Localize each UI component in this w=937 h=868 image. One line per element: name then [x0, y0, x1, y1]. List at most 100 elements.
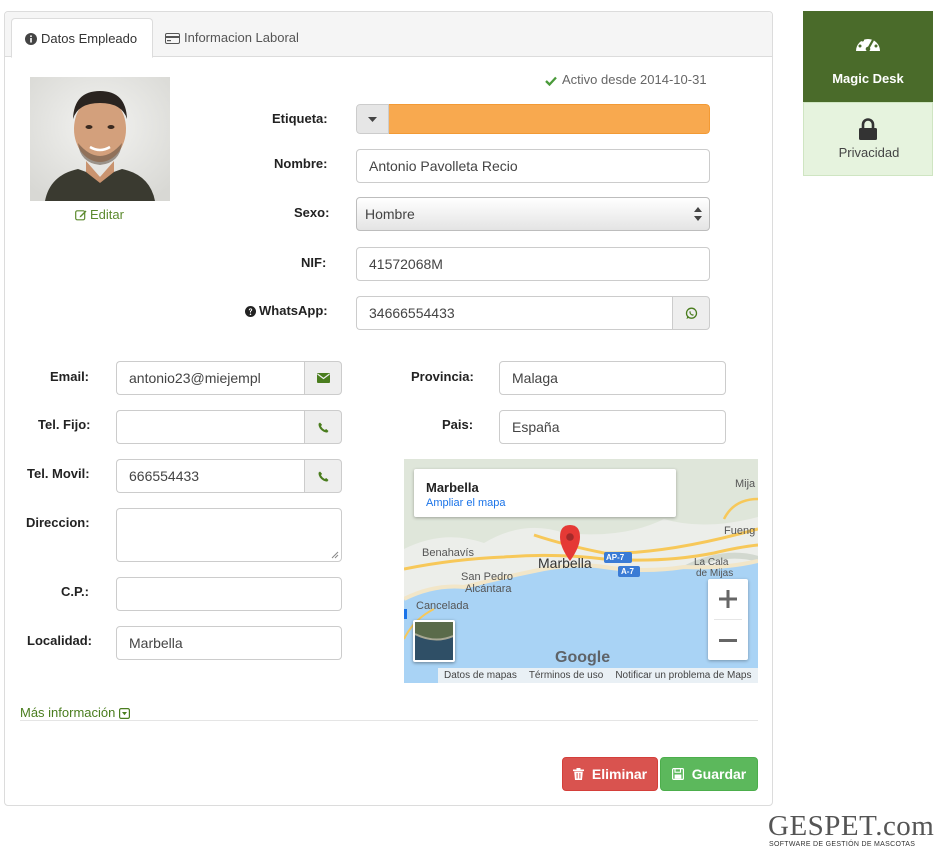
brand-tagline: SOFTWARE DE GESTIÓN DE MASCOTAS: [769, 841, 916, 848]
sexo-select[interactable]: Hombre: [356, 197, 710, 231]
delete-button[interactable]: Eliminar: [562, 757, 658, 791]
whatsapp-input[interactable]: 34666554433: [356, 296, 672, 330]
map-footer: Datos de mapas Términos de uso Notificar…: [438, 668, 758, 683]
cp-input[interactable]: [116, 577, 342, 611]
map-zoom-out-button[interactable]: [708, 620, 748, 660]
pais-input[interactable]: España: [499, 410, 726, 444]
sidebar-label: Magic Desk: [832, 71, 904, 86]
resize-grip-icon[interactable]: [331, 551, 339, 559]
map-label-mijas: Mija: [735, 478, 756, 490]
nombre-label: Nombre:: [274, 156, 328, 171]
map-report-link[interactable]: Notificar un problema de Maps: [609, 668, 757, 683]
dashboard-gauge-icon: [856, 36, 880, 52]
email-input-group: antonio23@miejempl: [116, 361, 342, 395]
nif-label: NIF:: [301, 255, 327, 270]
etiqueta-color-picker[interactable]: [356, 104, 710, 134]
phone-icon: [317, 471, 328, 482]
pais-label: Pais:: [442, 417, 474, 432]
etiqueta-dropdown-button[interactable]: [356, 104, 389, 134]
info-circle-icon: [25, 33, 37, 45]
map-enlarge-link[interactable]: Ampliar el mapa: [426, 497, 505, 509]
map-label-de-mijas: de Mijas: [696, 568, 734, 579]
google-logo: Google: [555, 649, 610, 667]
location-map[interactable]: AP-7 A-7 Marbella Benahavís San Pedro Al…: [404, 459, 758, 683]
tab-bar: Datos Empleado Informacion Laboral: [5, 12, 772, 58]
edit-icon: [75, 210, 87, 221]
etiqueta-color-swatch: [389, 104, 710, 134]
nombre-input[interactable]: Antonio Pavolleta Recio: [356, 149, 710, 183]
lock-icon: [859, 118, 877, 140]
tel-fijo-label: Tel. Fijo:: [38, 417, 91, 432]
map-label-san-pedro: San Pedro: [461, 571, 513, 583]
more-info-toggle[interactable]: Más información: [20, 705, 131, 720]
save-button[interactable]: Guardar: [660, 757, 758, 791]
minus-icon: [719, 638, 737, 642]
provincia-input[interactable]: Malaga: [499, 361, 726, 395]
email-label: Email:: [50, 369, 90, 384]
floppy-disk-icon: [671, 768, 684, 780]
map-label-la-cala: La Cala: [694, 557, 729, 568]
whatsapp-button[interactable]: [672, 296, 710, 330]
credit-card-icon: [165, 33, 180, 44]
sexo-selected-value: Hombre: [365, 206, 415, 222]
email-input[interactable]: antonio23@miejempl: [116, 361, 304, 395]
etiqueta-label: Etiqueta:: [272, 111, 328, 126]
edit-label: Editar: [90, 207, 124, 222]
map-zoom-control: [708, 579, 748, 660]
delete-label: Eliminar: [591, 766, 648, 782]
tab-label: Datos Empleado: [41, 31, 138, 46]
trash-icon: [572, 768, 584, 780]
tab-informacion-laboral[interactable]: Informacion Laboral: [165, 18, 299, 57]
map-label-alcantara: Alcántara: [465, 583, 512, 595]
whatsapp-input-group: 34666554433: [356, 296, 710, 330]
caret-square-down-icon: [119, 708, 131, 720]
email-button[interactable]: [304, 361, 342, 395]
direccion-label: Direccion:: [26, 515, 90, 530]
question-circle-icon: [245, 306, 256, 317]
tel-fijo-call-button[interactable]: [304, 410, 342, 444]
sidebar-item-magic-desk[interactable]: Magic Desk: [803, 11, 933, 102]
google-logo-text: Google: [555, 649, 611, 666]
direccion-textarea[interactable]: [116, 508, 342, 562]
sexo-label: Sexo:: [294, 205, 330, 220]
tel-movil-call-button[interactable]: [304, 459, 342, 493]
phone-icon: [317, 422, 328, 433]
map-label-ap7: AP-7: [606, 553, 625, 562]
status-label: Activo desde 2014-10-31: [562, 72, 707, 87]
map-label-fuengirola: Fueng: [724, 525, 756, 537]
cp-label: C.P.:: [61, 584, 89, 599]
nif-input[interactable]: 41572068M: [356, 247, 710, 281]
brand-name: GESPET.com: [768, 810, 935, 842]
map-info-card: Marbella Ampliar el mapa: [414, 469, 676, 517]
localidad-input[interactable]: Marbella: [116, 626, 342, 660]
more-info-label: Más información: [20, 705, 116, 720]
tab-datos-empleado[interactable]: Datos Empleado: [11, 18, 153, 58]
whatsapp-label-text: WhatsApp:: [259, 303, 328, 318]
caret-down-icon: [368, 116, 377, 122]
map-place-name: Marbella: [426, 480, 479, 495]
tel-movil-input-group: 666554433: [116, 459, 342, 493]
map-label-marbella: Marbella: [538, 555, 592, 571]
plus-icon: [719, 590, 737, 608]
envelope-icon: [316, 373, 330, 383]
sidebar-label: Privacidad: [838, 145, 900, 160]
localidad-label: Localidad:: [27, 633, 93, 648]
map-satellite-toggle[interactable]: [413, 620, 455, 662]
check-icon: [545, 76, 557, 87]
edit-photo-link[interactable]: Editar: [75, 207, 124, 222]
sidebar-item-privacidad[interactable]: Privacidad: [803, 102, 933, 176]
map-zoom-in-button[interactable]: [708, 579, 748, 619]
map-data-link[interactable]: Datos de mapas: [438, 668, 523, 683]
satellite-thumbnail-icon: [415, 622, 453, 660]
select-arrows-icon: [694, 207, 702, 221]
tel-movil-input[interactable]: 666554433: [116, 459, 304, 493]
whatsapp-label: WhatsApp:: [245, 303, 328, 318]
employee-photo: [30, 77, 170, 201]
gespet-logo: GESPET.com SOFTWARE DE GESTIÓN DE MASCOT…: [768, 810, 934, 858]
tel-movil-label: Tel. Movil:: [27, 466, 90, 481]
save-label: Guardar: [691, 766, 747, 782]
map-label-a7: A-7: [621, 567, 634, 576]
tel-fijo-input[interactable]: [116, 410, 304, 444]
provincia-label: Provincia:: [411, 369, 474, 384]
map-terms-link[interactable]: Términos de uso: [523, 668, 609, 683]
